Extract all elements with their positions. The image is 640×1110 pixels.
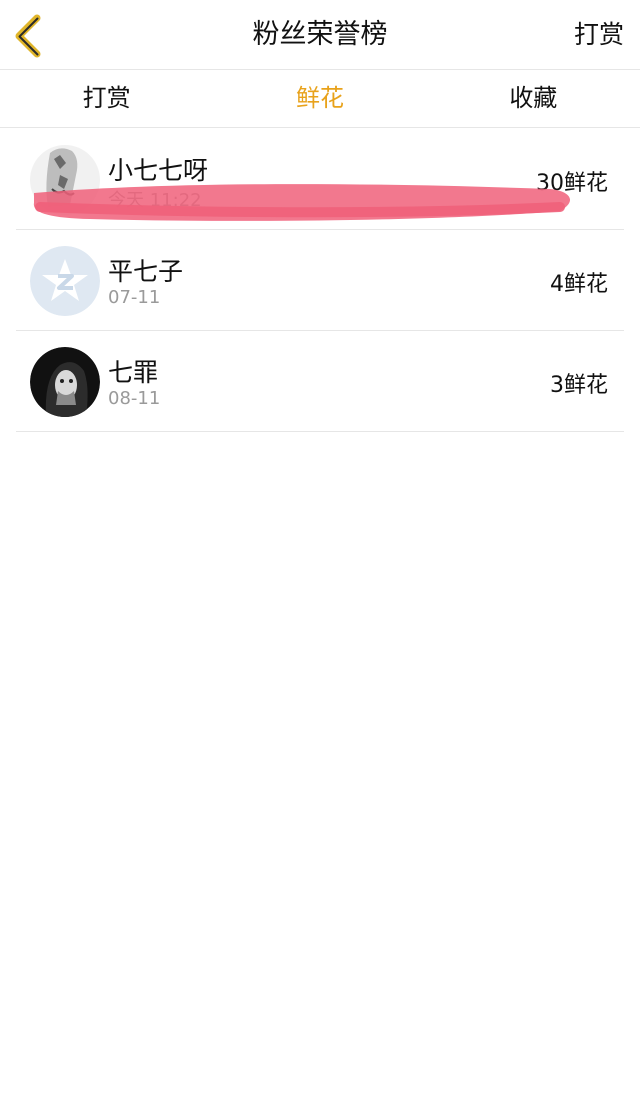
tip-button[interactable]: 打赏 [574, 0, 624, 70]
list-item[interactable]: 七罪 08-11 3鲜花 [16, 331, 624, 432]
avatar [30, 246, 100, 316]
fan-amount: 30鲜花 [536, 171, 608, 196]
list-item[interactable]: 平七子 07-11 4鲜花 [16, 230, 624, 331]
fan-name: 七罪 [108, 358, 159, 387]
fan-amount: 3鲜花 [550, 373, 608, 398]
tab-flowers[interactable]: 鲜花 [213, 71, 426, 127]
list-item[interactable]: 小七七呀 今天 11:22 30鲜花 [16, 129, 624, 230]
fan-name: 小七七呀 [108, 156, 209, 185]
fan-date: 今天 11:22 [108, 190, 202, 211]
fan-name: 平七子 [108, 257, 184, 286]
page-title: 粉丝荣誉榜 [252, 19, 388, 50]
avatar [30, 347, 100, 417]
tab-bar: 打赏 鲜花 收藏 [0, 71, 640, 128]
fan-amount: 4鲜花 [550, 272, 608, 297]
avatar [30, 145, 100, 215]
fan-date: 08-11 [108, 388, 161, 409]
fan-date: 07-11 [108, 287, 161, 308]
tab-tip[interactable]: 打赏 [0, 71, 213, 127]
fan-list: 小七七呀 今天 11:22 30鲜花 平七子 07-11 4鲜花 七罪 08-1… [0, 129, 640, 432]
nav-bar: 粉丝荣誉榜 打赏 [0, 0, 640, 70]
tab-favorites[interactable]: 收藏 [427, 71, 640, 127]
